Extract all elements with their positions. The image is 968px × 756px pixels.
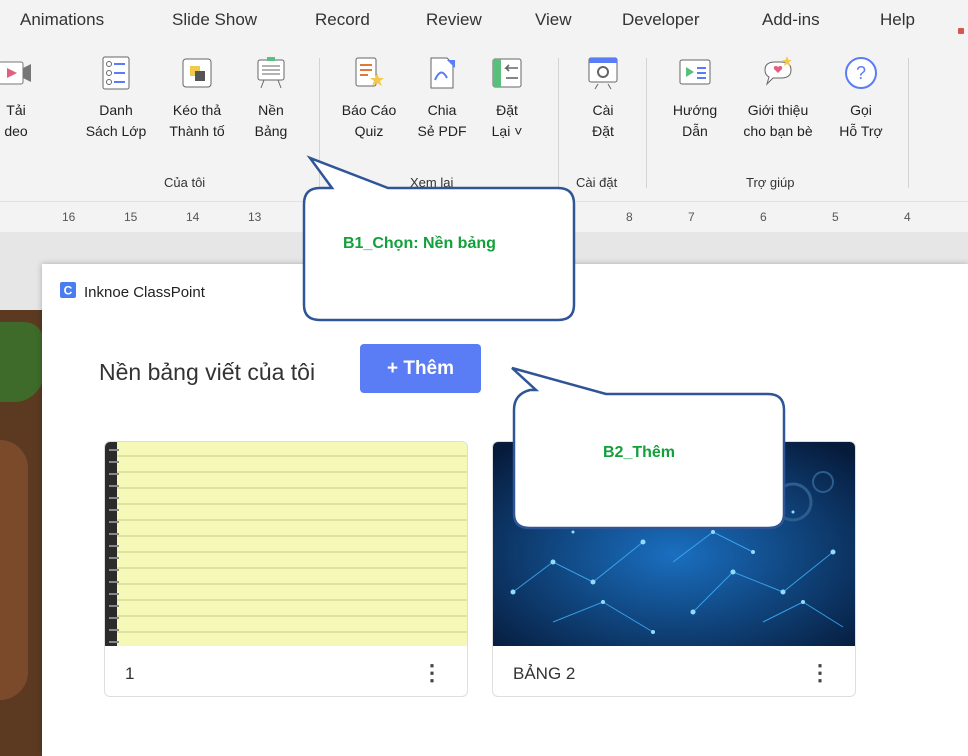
settings-button[interactable]: Cài Đặt [580, 56, 626, 142]
settings-icon [588, 57, 618, 90]
drag-drop-line2: Thành tố [169, 123, 225, 139]
ruler-tick: 16 [62, 210, 76, 224]
help-line2: Hỗ Trợ [839, 123, 883, 139]
share-pdf-line2: Sẻ PDF [417, 123, 467, 139]
help-line1: Gọi [850, 102, 872, 118]
menu-review[interactable]: Review [426, 10, 482, 30]
quiz-report-icon [355, 57, 384, 87]
help-button[interactable]: ? Gọi Hỗ Trợ [828, 56, 894, 142]
reset-button[interactable]: Đặt Lại ˅ [484, 56, 530, 142]
refer-friends-button[interactable]: Giới thiệu cho bạn bè [732, 56, 824, 142]
group-label-help: Trợ giúp [746, 175, 795, 190]
whiteboard-card-name: BẢNG 2 [513, 664, 576, 683]
refer-friends-line2: cho bạn bè [743, 123, 813, 139]
whiteboard-card[interactable]: 1 ⋮ [104, 441, 468, 697]
tutorial-icon [679, 59, 711, 85]
ruler-tick: 5 [832, 210, 839, 224]
help-icon: ? [845, 57, 877, 89]
reset-line1: Đặt [496, 102, 518, 118]
share-pdf-icon [430, 57, 455, 89]
ruler-tick: 4 [904, 210, 911, 224]
ribbon-partial-line2: deo [4, 123, 28, 139]
more-options-icon[interactable]: ⋮ [809, 660, 831, 686]
whiteboard-line1: Nền [258, 102, 284, 118]
dialog-title: Inknoe ClassPoint [84, 284, 205, 301]
classpoint-dialog: C Inknoe ClassPoint Nền bảng viết của tô… [42, 264, 968, 756]
ruler-tick: 8 [626, 210, 633, 224]
whiteboard-button[interactable]: Nền Bảng [244, 56, 298, 142]
menu-help[interactable]: Help [880, 10, 915, 30]
notification-dot-icon [958, 28, 964, 34]
group-label-mine: Của tôi [164, 175, 206, 190]
add-button[interactable]: + Thêm [360, 344, 481, 393]
ruler-tick: 14 [186, 210, 200, 224]
ribbon-separator [908, 58, 909, 188]
more-options-icon[interactable]: ⋮ [421, 660, 443, 686]
ruler-tick: 13 [248, 210, 262, 224]
menu-slide-show[interactable]: Slide Show [172, 10, 257, 30]
tutorial-line2: Dẫn [682, 123, 708, 139]
whiteboard-line2: Bảng [254, 123, 288, 139]
ribbon-separator [646, 58, 647, 188]
ribbon-partial-line1: Tải [6, 102, 26, 118]
reset-line2: Lại ˅ [491, 123, 523, 139]
quiz-report-button[interactable]: Báo Cáo Quiz [332, 56, 406, 142]
menu-add-ins[interactable]: Add-ins [762, 10, 820, 30]
whiteboard-card-name: 1 [125, 664, 135, 683]
menu-view[interactable]: View [535, 10, 572, 30]
tutorial-line1: Hướng [672, 102, 718, 118]
menu-developer[interactable]: Developer [622, 10, 700, 30]
classpoint-logo-icon: C [60, 282, 76, 298]
video-icon [0, 61, 31, 85]
drag-drop-button[interactable]: Kéo thả Thành tố [160, 56, 234, 142]
svg-text:?: ? [856, 63, 866, 83]
share-pdf-line1: Chia [427, 102, 457, 118]
page-heading: Nền bảng viết của tôi [99, 359, 316, 385]
ribbon-partial-video-button[interactable]: Tải deo [0, 56, 38, 142]
student-list-icon [102, 56, 130, 90]
notebook-thumbnail-image [105, 442, 467, 646]
student-list-button[interactable]: Danh Sách Lớp [76, 56, 156, 142]
whiteboard-icon [257, 57, 285, 89]
settings-line2: Đặt [592, 123, 614, 139]
quiz-report-line1: Báo Cáo [341, 102, 397, 118]
ruler-tick: 7 [688, 210, 695, 224]
ruler-tick: 6 [760, 210, 767, 224]
reset-icon [492, 58, 522, 88]
menu-bar: Animations Slide Show Record Review View… [0, 0, 968, 40]
callout-step2-text: B2_Thêm [603, 444, 676, 461]
refer-friends-line1: Giới thiệu [747, 102, 809, 118]
tree-trunk-shape [0, 440, 28, 700]
settings-line1: Cài [592, 102, 614, 118]
ruler-tick: 15 [124, 210, 138, 224]
student-list-line2: Sách Lớp [85, 123, 147, 139]
tree-leaf-shape [0, 322, 44, 402]
menu-record[interactable]: Record [315, 10, 370, 30]
student-list-line1: Danh [99, 102, 133, 118]
quiz-report-line2: Quiz [354, 123, 384, 139]
tutorial-button[interactable]: Hướng Dẫn [660, 56, 730, 142]
drag-drop-line1: Kéo thả [172, 102, 222, 118]
refer-friends-icon [764, 56, 792, 86]
svg-text:C: C [64, 284, 73, 298]
share-pdf-button[interactable]: Chia Sẻ PDF [412, 56, 472, 142]
drag-drop-icon [182, 58, 212, 88]
callout-step1-text: B1_Chọn: Nền bảng [343, 235, 496, 252]
slide-tree-illustration [0, 310, 44, 756]
menu-animations[interactable]: Animations [20, 10, 104, 30]
